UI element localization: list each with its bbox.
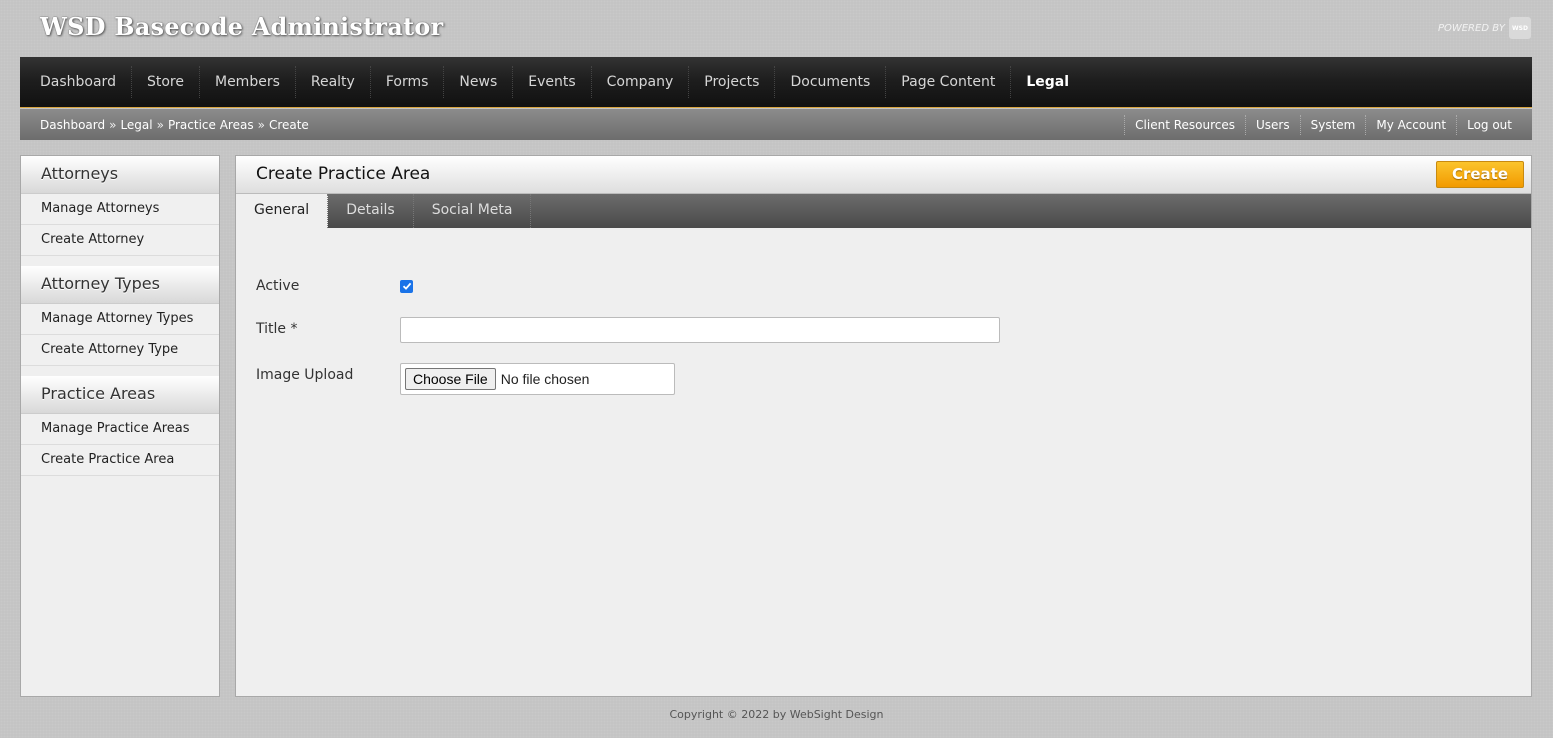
link-my-account[interactable]: My Account bbox=[1365, 114, 1456, 135]
checkmark-icon bbox=[402, 282, 411, 290]
active-label: Active bbox=[256, 278, 300, 294]
create-button[interactable]: Create bbox=[1436, 161, 1524, 188]
tab-bar: General Details Social Meta bbox=[236, 194, 1531, 228]
nav-item-members[interactable]: Members bbox=[200, 66, 296, 98]
sidebar-link-manage-attorney-types[interactable]: Manage Attorney Types bbox=[21, 304, 219, 335]
powered-by-label: POWERED BY bbox=[1437, 22, 1505, 34]
main-header: Create Practice Area Create bbox=[236, 156, 1531, 194]
sidebar-link-create-practice-area[interactable]: Create Practice Area bbox=[21, 445, 219, 476]
app-title: WSD Basecode Administrator bbox=[40, 12, 444, 41]
image-row: Image Upload Choose File No file chosen bbox=[256, 363, 675, 395]
nav-item-realty[interactable]: Realty bbox=[296, 66, 371, 98]
sidebar-heading-attorney-types: Attorney Types bbox=[21, 266, 219, 304]
main-nav: Dashboard Store Members Realty Forms New… bbox=[20, 57, 1532, 108]
nav-item-store[interactable]: Store bbox=[132, 66, 200, 98]
active-checkbox[interactable] bbox=[400, 279, 413, 293]
breadcrumb-separator: » bbox=[109, 117, 117, 132]
title-label: Title * bbox=[256, 320, 298, 337]
title-input[interactable] bbox=[400, 317, 1000, 343]
nav-item-company[interactable]: Company bbox=[592, 66, 690, 98]
breadcrumb: Dashboard » Legal » Practice Areas » Cre… bbox=[40, 118, 309, 132]
nav-item-projects[interactable]: Projects bbox=[689, 66, 776, 98]
nav-item-page-content[interactable]: Page Content bbox=[886, 66, 1012, 98]
footer-copyright: Copyright © 2022 by WebSight Design bbox=[669, 708, 884, 721]
sidebar-link-manage-attorneys[interactable]: Manage Attorneys bbox=[21, 194, 219, 225]
active-row: Active bbox=[256, 278, 413, 294]
tab-general[interactable]: General bbox=[236, 194, 329, 228]
title-row: Title * bbox=[256, 317, 1000, 343]
sidebar: Attorneys Manage Attorneys Create Attorn… bbox=[20, 155, 220, 697]
choose-file-button[interactable]: Choose File bbox=[405, 368, 496, 390]
nav-item-documents[interactable]: Documents bbox=[775, 66, 887, 98]
nav-item-forms[interactable]: Forms bbox=[371, 66, 445, 98]
breadcrumb-legal[interactable]: Legal bbox=[120, 118, 152, 132]
nav-item-events[interactable]: Events bbox=[513, 66, 592, 98]
breadcrumb-separator: » bbox=[156, 117, 164, 132]
nav-item-news[interactable]: News bbox=[444, 66, 514, 98]
powered-by: POWERED BY WSD bbox=[1438, 17, 1531, 39]
sidebar-link-create-attorney[interactable]: Create Attorney bbox=[21, 225, 219, 256]
breadcrumb-practice-areas[interactable]: Practice Areas bbox=[168, 118, 254, 132]
tab-details[interactable]: Details bbox=[328, 194, 414, 228]
file-status: No file chosen bbox=[500, 371, 590, 387]
breadcrumb-current: Create bbox=[268, 117, 309, 132]
wsd-logo-icon[interactable]: WSD bbox=[1509, 17, 1531, 39]
utility-links: Client Resources Users System My Account… bbox=[1124, 114, 1522, 135]
image-upload-input[interactable]: Choose File No file chosen bbox=[400, 363, 675, 395]
link-users[interactable]: Users bbox=[1245, 114, 1300, 135]
sidebar-link-create-attorney-type[interactable]: Create Attorney Type bbox=[21, 335, 219, 366]
nav-item-dashboard[interactable]: Dashboard bbox=[25, 66, 132, 98]
link-system[interactable]: System bbox=[1299, 114, 1366, 135]
sidebar-heading-practice-areas: Practice Areas bbox=[21, 376, 219, 414]
tab-social-meta[interactable]: Social Meta bbox=[414, 194, 532, 228]
page-title: Create Practice Area bbox=[256, 164, 431, 184]
link-client-resources[interactable]: Client Resources bbox=[1124, 114, 1245, 135]
sidebar-link-manage-practice-areas[interactable]: Manage Practice Areas bbox=[21, 414, 219, 445]
breadcrumb-separator: » bbox=[257, 117, 265, 132]
link-log-out[interactable]: Log out bbox=[1456, 114, 1522, 135]
breadcrumb-dashboard[interactable]: Dashboard bbox=[40, 118, 105, 132]
sidebar-heading-attorneys: Attorneys bbox=[21, 156, 219, 194]
sub-bar: Dashboard » Legal » Practice Areas » Cre… bbox=[20, 109, 1532, 140]
image-upload-label: Image Upload bbox=[256, 367, 354, 383]
nav-item-legal[interactable]: Legal bbox=[1011, 66, 1084, 98]
main-panel: Create Practice Area Create General Deta… bbox=[235, 155, 1532, 697]
